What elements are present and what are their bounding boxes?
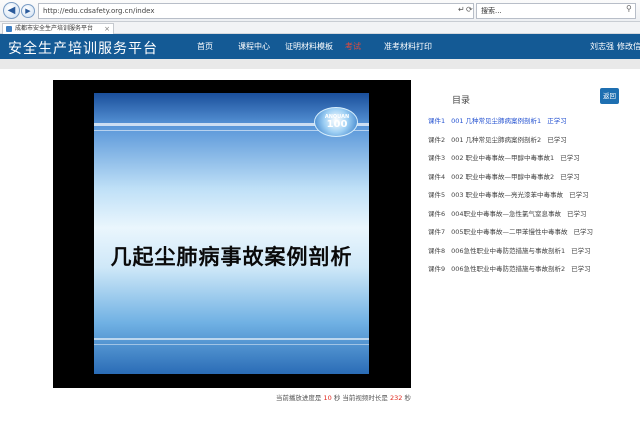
nav-home[interactable]: 首页 <box>197 41 213 52</box>
nav-exam[interactable]: 考试 <box>345 41 361 52</box>
study-status: 已学习 <box>571 265 591 273</box>
study-status: 已学习 <box>560 172 580 181</box>
current-seconds: 10 <box>323 394 332 402</box>
study-status: 已学习 <box>560 154 580 162</box>
progress-mid: 秒 当前视频时长是 <box>333 394 388 402</box>
browser-search-input[interactable]: 搜索... <box>476 3 636 19</box>
back-button[interactable]: 返回 <box>600 88 619 104</box>
back-arrow-icon[interactable]: ◀ <box>3 2 20 19</box>
slide-stripe <box>94 338 369 340</box>
close-tab-icon[interactable]: × <box>104 24 110 34</box>
nav-admission-print[interactable]: 准考材料打印 <box>384 41 432 52</box>
study-status: 已学习 <box>569 191 589 199</box>
refresh-icon[interactable]: ⟳ <box>466 5 473 15</box>
nav-course-center[interactable]: 课程中心 <box>238 41 270 52</box>
nav-certificate-templates[interactable]: 证明材料模板 <box>285 41 333 52</box>
logo-number: 100 <box>326 119 348 130</box>
courseware-item[interactable]: 课件3 002 职业中毒事故—甲醇中毒事故1 已学习 <box>428 153 633 172</box>
search-icon[interactable]: ⚲ <box>626 4 632 13</box>
compat-view-icon[interactable]: ↵ <box>458 5 465 15</box>
user-name[interactable]: 刘志强 <box>590 41 614 52</box>
courseware-item[interactable]: 课件5 003 职业中毒事故—亮光漆苯中毒事故 已学习 <box>428 190 633 209</box>
study-status: 已学习 <box>567 209 587 218</box>
courseware-item[interactable]: 课件9 006急性职业中毒防范措施与事故剖析2 已学习 <box>428 264 633 283</box>
tab-strip: 成都市安全生产培训服务平台 × <box>0 22 640 34</box>
study-status: 正学习 <box>547 117 567 125</box>
slide-stripe <box>94 344 369 345</box>
progress-suffix: 秒 <box>404 394 412 402</box>
site-header: 安全生产培训服务平台 首页 课程中心 证明材料模板 考试 准考材料打印 刘志强 … <box>0 34 640 59</box>
url-field[interactable]: http://edu.cdsafety.org.cn/index <box>38 3 474 19</box>
playback-progress: 当前播放进度是 10 秒 当前视频时长是 232 秒 <box>0 392 411 402</box>
study-status: 已学习 <box>547 135 567 144</box>
forward-arrow-icon[interactable]: ▶ <box>21 4 35 18</box>
progress-prefix: 当前播放进度是 <box>275 394 322 402</box>
total-seconds: 232 <box>390 394 403 402</box>
change-password-link[interactable]: 修改信 <box>617 41 640 52</box>
favicon-icon <box>6 26 12 32</box>
browser-address-bar: ◀ ▶ http://edu.cdsafety.org.cn/index ↵ ⟳… <box>0 0 640 22</box>
courseware-item[interactable]: 课件6 004职业中毒事故—急性氯气窒息事故 已学习 <box>428 209 633 228</box>
sub-header-bar <box>0 59 640 69</box>
toc-title: 目录 <box>452 96 471 106</box>
site-brand[interactable]: 安全生产培训服务平台 <box>8 38 158 58</box>
study-status: 已学习 <box>573 228 594 236</box>
courseware-list: 课件1 001 几种常见尘肺病案例剖析1 正学习 课件2 001 几种常见尘肺病案… <box>428 116 633 283</box>
courseware-item[interactable]: 课件2 001 几种常见尘肺病案例剖析2 已学习 <box>428 135 633 154</box>
video-player[interactable]: ANQUAN 100 几起尘肺病事故案例剖析 <box>53 80 411 388</box>
study-status: 已学习 <box>571 246 591 255</box>
courseware-item[interactable]: 课件4 002 职业中毒事故—甲醇中毒事故2 已学习 <box>428 172 633 191</box>
slide-title: 几起尘肺病事故案例剖析 <box>110 245 353 269</box>
tab-title: 成都市安全生产培训服务平台 <box>15 25 94 32</box>
courseware-item[interactable]: 课件1 001 几种常见尘肺病案例剖析1 正学习 <box>428 116 633 135</box>
courseware-item[interactable]: 课件8 006急性职业中毒防范措施与事故剖析1 已学习 <box>428 246 633 265</box>
anquan-100-logo: ANQUAN 100 <box>314 107 358 137</box>
browser-tab[interactable]: 成都市安全生产培训服务平台 × <box>2 23 114 34</box>
course-slide: ANQUAN 100 几起尘肺病事故案例剖析 <box>94 93 369 374</box>
courseware-item[interactable]: 课件7 005职业中毒事故—二甲苯慢性中毒事故 已学习 <box>428 227 633 246</box>
